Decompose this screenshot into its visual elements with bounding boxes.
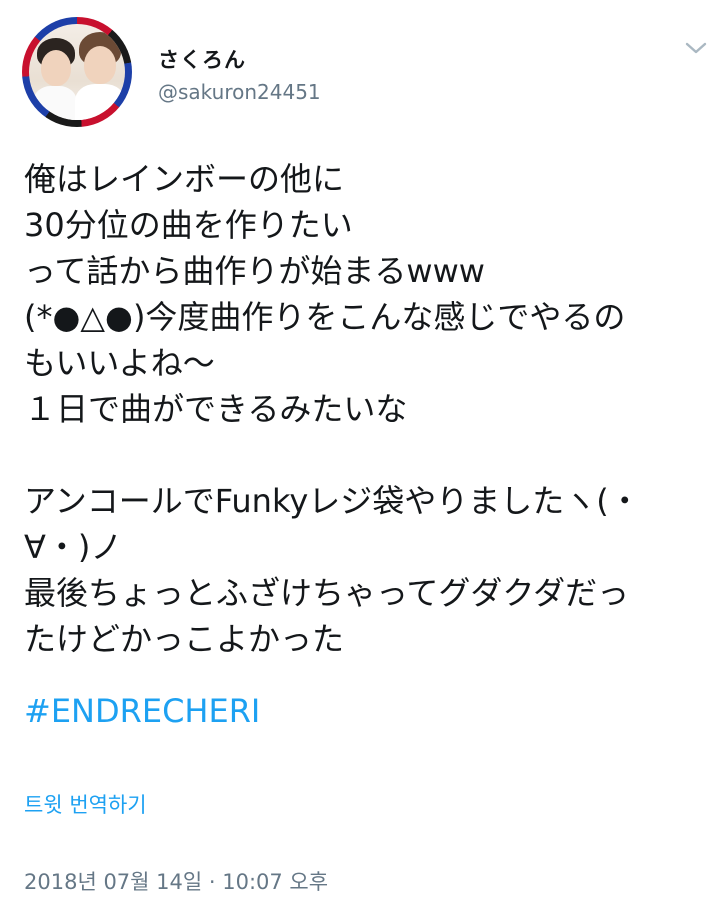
author-display-name[interactable]: さくろん [158,44,246,74]
author-handle[interactable]: @sakuron24451 [158,80,321,104]
tweet-line: １日で曲ができるみたいな [24,390,408,428]
chevron-down-icon[interactable] [683,38,709,58]
tweet-timestamp: 2018년 07월 14일 · 10:07 오후 [24,870,329,894]
tweet-line: 俺はレインボーの他に [24,160,345,198]
avatar-photo [29,24,125,120]
translate-tweet-link[interactable]: 트윗 번역하기 [24,789,147,819]
hashtag-link[interactable]: #ENDRECHERI [24,688,260,734]
tweet-line: ∀・)ノ [24,528,123,566]
avatar[interactable] [22,17,132,127]
tweet-line: たけどかっこよかった [24,620,345,658]
tweet-line: アンコールでFunkyレジ袋やりましたヽ(・ [24,482,641,520]
tweet-body: 俺はレインボーの他に 30分位の曲を作りたい って話から曲作りが始まるwww (… [24,156,704,662]
tweet-line: (*●△●)今度曲作りをこんな感じでやるの [24,298,626,336]
tweet-header: さくろん @sakuron24451 [0,0,720,140]
tweet-line: って話から曲作りが始まるwww [24,252,485,290]
tweet-line: 最後ちょっとふざけちゃってグダクダだっ [24,574,630,612]
tweet-line: もいいよね〜 [24,344,215,382]
tweet-line: 30分位の曲を作りたい [24,206,353,244]
